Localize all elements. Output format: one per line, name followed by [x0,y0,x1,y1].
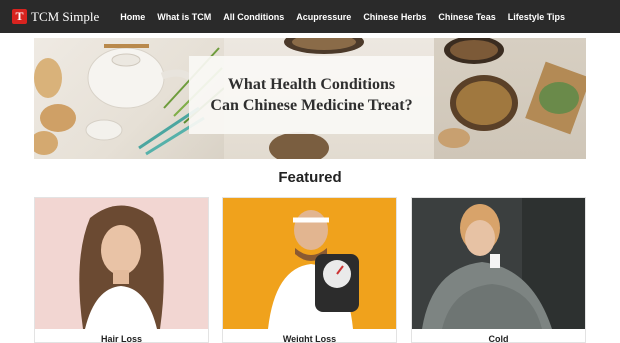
card-label-cold: Cold [488,334,509,343]
nav-item-chinese-teas[interactable]: Chinese Teas [438,12,495,22]
card-label-weight-loss: Weight Loss [282,334,337,343]
top-nav-bar: T TCM Simple Home What is TCM All Condit… [0,0,620,33]
main-menu: Home What is TCM All Conditions Acupress… [120,12,577,22]
hero-headline-line2: Can Chinese Medicine Treat? [210,97,413,114]
nav-item-lifestyle-tips[interactable]: Lifestyle Tips [508,12,565,22]
woman-hair-illustration [35,198,208,329]
nav-item-all-conditions[interactable]: All Conditions [223,12,284,22]
dried-herbs-illustration [438,38,586,148]
nav-item-what-is-tcm[interactable]: What is TCM [157,12,211,22]
sick-woman-illustration [412,198,585,329]
nav-item-home[interactable]: Home [120,12,145,22]
nav-item-acupressure[interactable]: Acupressure [296,12,351,22]
nav-item-chinese-herbs[interactable]: Chinese Herbs [363,12,426,22]
weight-loss-image [223,198,396,329]
featured-heading: Featured [278,169,342,186]
hero-headline-card: What Health Conditions Can Chinese Medic… [189,56,434,134]
logo-text: TCM Simple [31,8,100,24]
featured-card-weight-loss[interactable]: Weight Loss [222,197,397,343]
man-scale-illustration [223,198,396,329]
site-logo[interactable]: T TCM Simple [12,9,99,25]
hero-headline-line1: What Health Conditions [227,76,396,93]
logo-badge-icon: T [12,9,27,24]
hero-herbs-area [434,38,586,159]
featured-card-hair-loss[interactable]: Hair Loss [34,197,209,343]
featured-card-cold[interactable]: Cold [411,197,586,343]
card-label-hair-loss: Hair Loss [100,334,142,343]
hero-banner[interactable]: What Health Conditions Can Chinese Medic… [34,38,586,159]
cold-image [412,198,585,329]
hair-loss-image [35,198,208,329]
